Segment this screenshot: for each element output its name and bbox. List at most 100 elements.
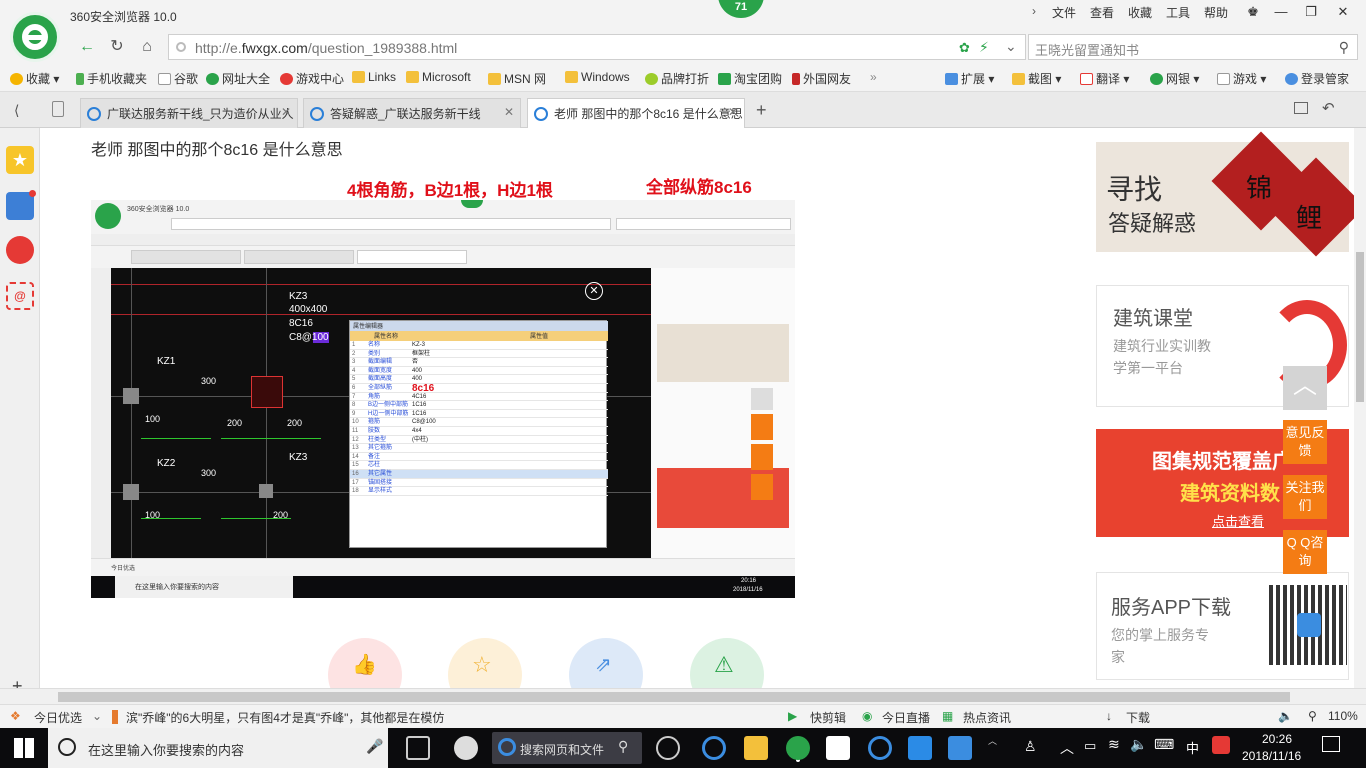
favorites-star-icon[interactable]: ★ <box>6 146 34 174</box>
bookmark-foreign[interactable]: 外国网友 <box>792 70 851 87</box>
bookmark-mobile[interactable]: 手机收藏夹 <box>76 70 147 87</box>
toolbar-screenshot[interactable]: 截图 ▾ <box>1012 70 1061 87</box>
share-button[interactable]: ⇗ <box>569 638 643 688</box>
toolbar-extensions[interactable]: 扩展 ▾ <box>945 70 994 87</box>
scroll-icon[interactable]: ︿ <box>988 734 997 747</box>
sogou-icon[interactable] <box>1212 736 1230 754</box>
download-label[interactable]: 下载 <box>1126 709 1150 726</box>
menu-favorites[interactable]: 收藏 <box>1128 4 1152 21</box>
lightning-icon[interactable]: ⚡ <box>979 39 989 56</box>
live-broadcast[interactable]: 今日直播 <box>882 709 930 726</box>
follow-us-button[interactable]: 关注我们 <box>1283 475 1327 519</box>
chevron-right-icon[interactable]: › <box>1032 4 1036 18</box>
menu-tools[interactable]: 工具 <box>1166 4 1190 21</box>
vertical-scrollbar[interactable] <box>1354 128 1366 688</box>
taskbar-web-search[interactable]: 搜索网页和文件 ⚲ <box>492 732 642 764</box>
horizontal-scrollbar[interactable] <box>0 688 1366 704</box>
chevron-down-icon[interactable]: ⌄ <box>1005 38 1017 55</box>
keyboard-icon[interactable]: ⌨ <box>1154 736 1174 753</box>
ad-view-link[interactable]: 点击查看 <box>1212 511 1264 530</box>
volume-icon[interactable]: 🔈 <box>1278 709 1293 723</box>
tab-list-icon[interactable] <box>52 101 64 117</box>
zoom-icon[interactable]: ⚲ <box>1308 709 1317 723</box>
news-headline[interactable]: 滨"乔峰"的6大明星，只有图4才是真"乔峰"，其他都是在模仿 <box>126 709 444 726</box>
undo-close-icon[interactable]: ↶ <box>1322 99 1335 117</box>
more-bookmarks-icon[interactable]: » <box>870 70 877 84</box>
url-text[interactable]: http://e.fwxgx.com/question_1989388.html <box>195 40 457 56</box>
report-button[interactable]: ⚠ <box>690 638 764 688</box>
windows-start-icon[interactable] <box>14 738 34 758</box>
speaker-icon[interactable]: 🔈 <box>1130 736 1147 753</box>
close-tab-icon[interactable]: ✕ <box>728 105 738 119</box>
mail-icon[interactable] <box>826 736 850 760</box>
360-logo[interactable] <box>10 12 60 62</box>
microphone-icon[interactable]: 🎤 <box>366 738 383 755</box>
360-browser-icon[interactable] <box>656 736 680 760</box>
scrollbar-thumb[interactable] <box>1356 252 1364 402</box>
close-icon[interactable]: ✕ <box>585 282 603 300</box>
tab-scroll-left-icon[interactable]: ⟨ <box>14 102 19 119</box>
toolbar-ebank[interactable]: 网银 ▾ <box>1150 70 1199 87</box>
embedded-screenshot[interactable]: 360安全浏览器 10.0 KZ3 400x400 8C16 C8@100 KZ… <box>91 200 795 598</box>
favorite-button[interactable]: ☆ <box>448 638 522 688</box>
close-tab-icon[interactable]: ✕ <box>281 105 291 119</box>
edge-icon[interactable] <box>868 736 892 760</box>
bookmark-brand[interactable]: 品牌打折 <box>645 70 709 87</box>
wifi-icon[interactable]: ≋ <box>1108 736 1120 753</box>
search-box[interactable]: 王晓光留置通知书 ⚲ <box>1028 34 1358 60</box>
ad-find-answers[interactable]: 寻找 答疑解惑 锦 鲤 <box>1096 131 1354 257</box>
quick-edit[interactable]: 快剪辑 <box>810 709 846 726</box>
hscroll-thumb[interactable] <box>58 692 1290 702</box>
toolbar-games[interactable]: 游戏 ▾ <box>1217 70 1266 87</box>
bookmark-favorites[interactable]: 收藏 ▾ <box>10 70 59 87</box>
toolbar-translate[interactable]: 翻译 ▾ <box>1080 70 1129 87</box>
menu-file[interactable]: 文件 <box>1052 4 1076 21</box>
toolbar-login-manager[interactable]: 登录管家 <box>1285 70 1349 87</box>
bookmark-google[interactable]: 谷歌 <box>158 70 198 87</box>
notification-badge[interactable]: 71 <box>718 0 764 18</box>
clock-date[interactable]: 2018/11/16 <box>1242 749 1301 763</box>
bookmark-microsoft[interactable]: Microsoft <box>406 70 471 84</box>
close-tab-icon[interactable]: ✕ <box>504 105 514 119</box>
bookmark-windows[interactable]: Windows <box>565 70 630 84</box>
battery-icon[interactable]: ▭ <box>1084 738 1096 754</box>
app-icon[interactable] <box>908 736 932 760</box>
bookmark-portal[interactable]: 网址大全 <box>206 70 270 87</box>
qq-consult-button[interactable]: Q Q咨询 <box>1283 530 1327 574</box>
bookmark-games[interactable]: 游戏中心 <box>280 70 344 87</box>
mail-icon[interactable]: @ <box>6 282 34 310</box>
maximize-button[interactable]: ❐ <box>1296 0 1326 24</box>
tray-expand-icon[interactable]: ︿ <box>1060 738 1074 758</box>
card-app-download[interactable]: 服务APP下载 您的掌上服务专 家 <box>1096 572 1349 680</box>
download-icon[interactable]: ↓ <box>1106 709 1112 723</box>
back-button[interactable]: ← <box>76 36 98 58</box>
tab-home[interactable]: 广联达服务新干线_只为造价从业人 ✕ <box>80 98 298 128</box>
chevron-down-icon[interactable]: ⌄ <box>92 709 102 723</box>
gift-icon[interactable]: ❖ <box>10 709 21 723</box>
tab-qa[interactable]: 答疑解惑_广联达服务新干线 ✕ <box>303 98 521 128</box>
task-view-icon[interactable] <box>406 736 430 760</box>
photos-icon[interactable] <box>948 736 972 760</box>
address-bar[interactable]: http://e.fwxgx.com/question_1989388.html… <box>168 34 1026 60</box>
like-button[interactable]: 👍 <box>328 638 402 688</box>
news-label[interactable]: 今日优选 <box>34 709 82 726</box>
action-center-icon[interactable] <box>1322 736 1340 752</box>
ie-icon[interactable] <box>702 736 726 760</box>
close-button[interactable]: ✕ <box>1328 0 1358 24</box>
home-button[interactable]: ⌂ <box>136 36 158 58</box>
menu-view[interactable]: 查看 <box>1090 4 1114 21</box>
tab-question[interactable]: 老师 那图中的那个8c16 是什么意思 ✕ <box>527 98 745 129</box>
hot-news[interactable]: 热点资讯 <box>963 709 1011 726</box>
news-icon[interactable] <box>6 190 36 220</box>
new-tab-button[interactable]: + <box>756 100 767 121</box>
ime-indicator[interactable]: 中 <box>1186 738 1199 757</box>
bookmark-msn[interactable]: MSN 网 <box>488 70 546 87</box>
weibo-icon[interactable] <box>6 236 34 264</box>
zoom-level[interactable]: 110% <box>1328 709 1358 723</box>
shield-icon[interactable]: ✿ <box>959 40 970 56</box>
menu-help[interactable]: 帮助 <box>1204 4 1228 21</box>
fan-icon[interactable] <box>454 736 478 760</box>
search-icon[interactable]: ⚲ <box>1339 39 1349 56</box>
file-explorer-icon[interactable] <box>744 736 768 760</box>
feedback-button[interactable]: 意见反馈 <box>1283 420 1327 464</box>
